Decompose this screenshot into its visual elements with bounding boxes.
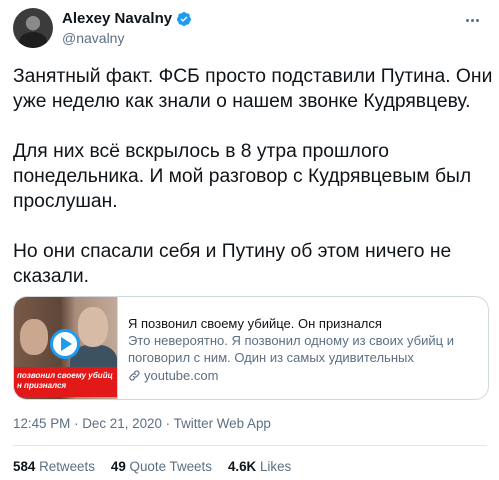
more-dot [465,18,469,22]
more-dot [475,18,479,22]
likes-stat[interactable]: 4.6K Likes [228,458,291,476]
tweet-paragraph: Но они спасали себя и Путину об этом нич… [13,241,452,287]
verified-badge-icon [177,12,192,26]
tweet-date[interactable]: Dec 21, 2020 [82,416,162,431]
thumbnail-face [20,319,48,355]
author-block: Alexey Navalny @navalny [62,10,192,47]
tweet-source[interactable]: Twitter Web App [174,416,271,431]
card-domain-row: youtube.com [128,367,476,384]
likes-count: 4.6K [227,459,257,474]
meta-separator: · [74,416,79,431]
likes-label: Likes [259,459,292,474]
author-name[interactable]: Alexey Navalny [62,10,172,28]
card-body: Я позвонил своему убийце. Он признался Э… [118,297,488,399]
link-preview-card[interactable]: позвонил своему убийц н признался Я позв… [13,296,489,400]
retweets-stat[interactable]: 584 Retweets [13,458,95,476]
tweet-paragraph: Для них всё вскрылось в 8 утра прошлого … [13,141,472,212]
retweets-label: Retweets [39,459,95,474]
divider [13,445,487,446]
more-dot [470,18,474,22]
author-handle[interactable]: @navalny [62,29,192,47]
quotes-label: Quote Tweets [129,459,212,474]
card-description: Это невероятно. Я позвонил одному из сво… [128,333,454,365]
more-icon[interactable] [461,10,483,30]
video-thumbnail[interactable]: позвонил своему убийц н признался [14,297,118,399]
tweet-stats: 584 Retweets 49 Quote Tweets 4.6K Likes [13,458,291,476]
thumbnail-face [78,307,108,347]
quotes-count: 49 [110,459,126,474]
meta-separator: · [165,416,171,431]
quote-tweets-stat[interactable]: 49 Quote Tweets [111,458,212,476]
tweet-time[interactable]: 12:45 PM [13,416,70,431]
thumbnail-caption: позвонил своему убийц н признался [14,367,117,397]
card-title: Я позвонил своему убийце. Он признался [128,316,382,331]
retweets-count: 584 [13,459,36,474]
name-row: Alexey Navalny [62,10,192,28]
tweet-text: Занятный факт. ФСБ просто подставили Пут… [13,64,493,289]
tweet-paragraph: Занятный факт. ФСБ просто подставили Пут… [13,66,493,112]
play-icon[interactable] [50,329,80,359]
card-domain: youtube.com [144,368,219,383]
tweet-meta: 12:45 PM · Dec 21, 2020 · Twitter Web Ap… [13,415,271,433]
tweet-header: Alexey Navalny @navalny [13,8,487,48]
link-icon [129,370,140,381]
avatar[interactable] [13,8,53,48]
